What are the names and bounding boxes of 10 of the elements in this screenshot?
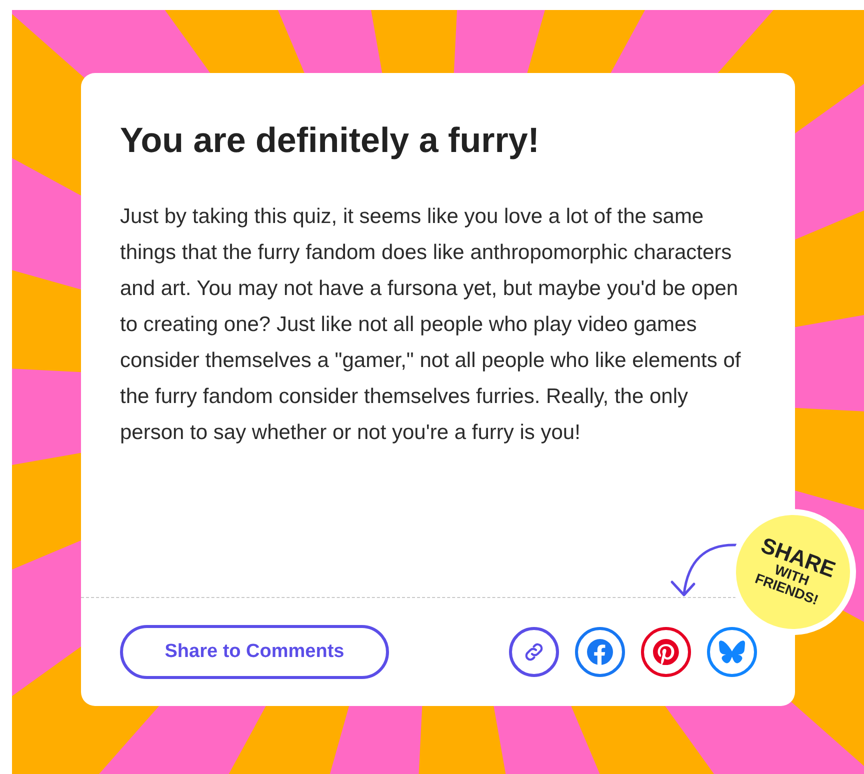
copy-link-share-button[interactable] [509,627,559,677]
facebook-icon [587,639,613,665]
facebook-share-button[interactable] [575,627,625,677]
butterfly-icon [719,640,745,664]
pinterest-icon [653,639,679,665]
pinterest-share-button[interactable] [641,627,691,677]
butterfly-share-button[interactable] [707,627,757,677]
share-to-comments-button[interactable]: Share to Comments [120,625,389,679]
result-title: You are definitely a furry! [120,120,540,162]
result-description: Just by taking this quiz, it seems like you love a lot of the same things that the furry fandom does like anthropomorphic characters and art. You may not have a fursona yet, but maybe you'd be open to creating one? Just like not all people who play video games consider themselves a "gamer," not all people who like elements of the furry fandom consider themselves furries. Really, the only person to say whether or not you're a furry is you! [120,204,742,446]
